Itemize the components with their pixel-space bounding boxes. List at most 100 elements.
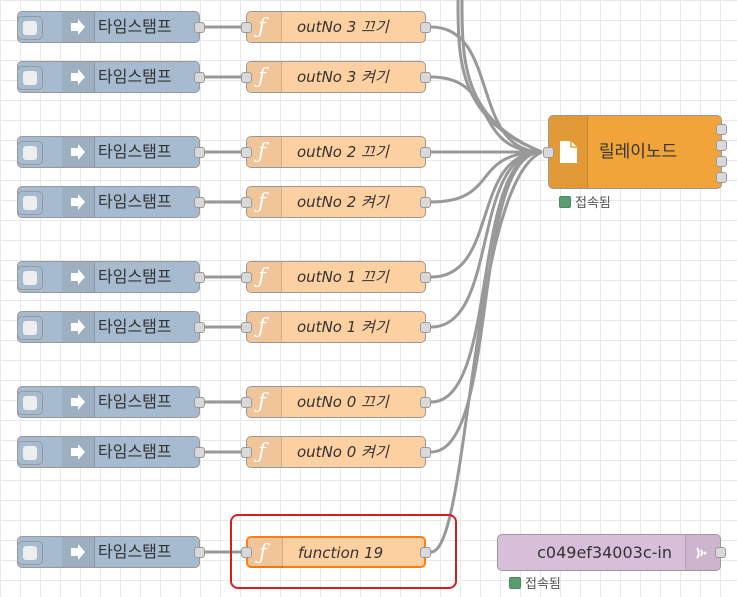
arrow-right-icon xyxy=(62,262,95,292)
annotation-highlight-box xyxy=(230,514,457,589)
function-icon: ƒ xyxy=(247,437,282,467)
relay-node[interactable]: 릴레이노드 xyxy=(543,115,727,189)
function-label: outNo 2 켜기 xyxy=(297,193,389,211)
wire-function19-to-relay[interactable] xyxy=(430,150,543,554)
output-port[interactable] xyxy=(716,140,727,151)
websocket-status-text: 접속됨 xyxy=(525,577,561,592)
inject-trigger-button[interactable] xyxy=(17,191,43,215)
inject-node[interactable]: 타임스탬프 xyxy=(17,261,205,293)
wire-function-to-relay[interactable] xyxy=(430,25,543,154)
function-icon: ƒ xyxy=(247,262,282,292)
function-node[interactable]: ƒ outNo 3 켜기 xyxy=(241,61,431,93)
inject-node[interactable]: 타임스탬프 xyxy=(17,61,205,93)
function-label: outNo 3 끄기 xyxy=(297,18,389,36)
function-label: outNo 1 켜기 xyxy=(297,318,389,336)
inject-label: 타임스탬프 xyxy=(98,192,172,211)
inject-trigger-button[interactable] xyxy=(17,16,43,40)
inject-trigger-button[interactable] xyxy=(17,266,43,290)
wire-offscreen-to-relay[interactable] xyxy=(460,0,543,154)
wire-function-to-relay[interactable] xyxy=(430,150,543,279)
inject-node[interactable]: 타임스탬프 xyxy=(17,11,205,43)
wire-offscreen-to-relay[interactable] xyxy=(456,0,543,154)
output-port[interactable] xyxy=(194,397,205,408)
inject-label: 타임스탬프 xyxy=(98,142,172,161)
inject-label: 타임스탬프 xyxy=(98,317,172,336)
flow-canvas[interactable]: 타임스탬프 ƒ outNo 3 끄기 타임스탬프 ƒ outNo 3 켜기 타임… xyxy=(0,0,737,597)
input-port[interactable] xyxy=(241,72,252,83)
inject-node[interactable]: 타임스탬프 xyxy=(17,436,205,468)
output-port[interactable] xyxy=(194,272,205,283)
output-port[interactable] xyxy=(420,72,431,83)
inject-label: 타임스탬프 xyxy=(98,17,172,36)
output-port[interactable] xyxy=(194,547,205,558)
function-label: outNo 0 끄기 xyxy=(297,393,389,411)
function-icon: ƒ xyxy=(247,312,282,342)
input-port[interactable] xyxy=(241,147,252,158)
output-port[interactable] xyxy=(420,147,431,158)
input-port[interactable] xyxy=(241,322,252,333)
input-port[interactable] xyxy=(543,147,554,158)
function-node[interactable]: ƒ outNo 1 끄기 xyxy=(241,261,431,293)
arrow-right-icon xyxy=(62,537,95,567)
inject-node[interactable]: 타임스탬프 xyxy=(17,136,205,168)
input-port[interactable] xyxy=(241,397,252,408)
input-port[interactable] xyxy=(241,22,252,33)
function-icon: ƒ xyxy=(247,12,282,42)
arrow-right-icon xyxy=(62,312,95,342)
inject-trigger-button[interactable] xyxy=(17,66,43,90)
inject-trigger-button[interactable] xyxy=(17,391,43,415)
output-port[interactable] xyxy=(420,397,431,408)
function-icon: ƒ xyxy=(247,387,282,417)
wire-function-to-relay[interactable] xyxy=(430,75,543,154)
inject-trigger-button[interactable] xyxy=(17,316,43,340)
relay-status-text: 접속됨 xyxy=(575,196,611,211)
output-port[interactable] xyxy=(420,322,431,333)
arrow-right-icon xyxy=(62,187,95,217)
output-port[interactable] xyxy=(420,447,431,458)
arrow-right-icon xyxy=(62,137,95,167)
output-port[interactable] xyxy=(716,156,727,167)
inject-trigger-button[interactable] xyxy=(17,141,43,165)
relay-status: 접속됨 xyxy=(559,192,611,211)
inject-label: 타임스탬프 xyxy=(98,67,172,86)
function-node[interactable]: ƒ outNo 1 켜기 xyxy=(241,311,431,343)
input-port[interactable] xyxy=(241,447,252,458)
inject-node[interactable]: 타임스탬프 xyxy=(17,311,205,343)
input-port[interactable] xyxy=(241,197,252,208)
output-port[interactable] xyxy=(194,147,205,158)
function-node[interactable]: ƒ outNo 2 켜기 xyxy=(241,186,431,218)
wire-function-to-relay[interactable] xyxy=(430,150,543,329)
inject-node[interactable]: 타임스탬프 xyxy=(17,186,205,218)
websocket-in-node[interactable]: c049ef34003c-in xyxy=(497,534,726,571)
inject-node[interactable]: 타임스탬프 xyxy=(17,386,205,418)
inject-trigger-button[interactable] xyxy=(17,441,43,465)
function-label: outNo 3 켜기 xyxy=(297,68,389,86)
output-port[interactable] xyxy=(715,547,726,558)
wire-function-to-relay[interactable] xyxy=(430,150,543,404)
output-port[interactable] xyxy=(194,447,205,458)
function-icon: ƒ xyxy=(247,62,282,92)
inject-node[interactable]: 타임스탬프 xyxy=(17,536,205,568)
function-node[interactable]: ƒ outNo 3 끄기 xyxy=(241,11,431,43)
output-port[interactable] xyxy=(194,197,205,208)
function-node[interactable]: ƒ outNo 0 켜기 xyxy=(241,436,431,468)
output-port[interactable] xyxy=(420,197,431,208)
status-dot-icon xyxy=(559,196,571,208)
input-port[interactable] xyxy=(241,272,252,283)
function-node[interactable]: ƒ outNo 2 끄기 xyxy=(241,136,431,168)
output-port[interactable] xyxy=(194,322,205,333)
output-port[interactable] xyxy=(194,72,205,83)
output-port[interactable] xyxy=(716,124,727,135)
websocket-label: c049ef34003c-in xyxy=(537,543,672,562)
output-port[interactable] xyxy=(420,272,431,283)
output-port[interactable] xyxy=(194,22,205,33)
arrow-right-icon xyxy=(62,12,95,42)
wire-function-to-relay[interactable] xyxy=(430,150,543,204)
websocket-status: 접속됨 xyxy=(509,573,561,592)
output-port[interactable] xyxy=(716,172,727,183)
function-node[interactable]: ƒ outNo 0 끄기 xyxy=(241,386,431,418)
function-label: outNo 1 끄기 xyxy=(297,268,389,286)
output-port[interactable] xyxy=(420,22,431,33)
wire-function-to-relay[interactable] xyxy=(430,150,543,454)
inject-trigger-button[interactable] xyxy=(17,541,43,565)
